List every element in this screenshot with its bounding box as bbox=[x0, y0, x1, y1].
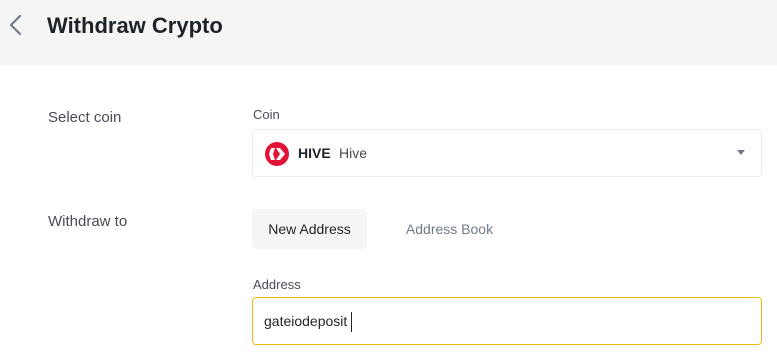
address-field[interactable] bbox=[252, 297, 762, 345]
page-title: Withdraw Crypto bbox=[47, 13, 223, 38]
chevron-left-icon bbox=[9, 14, 22, 36]
coin-select[interactable]: HIVE Hive bbox=[252, 129, 762, 177]
address-field-label: Address bbox=[253, 277, 301, 292]
hive-logo-icon bbox=[265, 142, 289, 166]
address-input[interactable] bbox=[264, 310, 744, 332]
back-button[interactable] bbox=[6, 12, 28, 38]
select-coin-label: Select coin bbox=[48, 109, 122, 126]
withdraw-to-label: Withdraw to bbox=[48, 213, 128, 230]
coin-symbol: HIVE bbox=[298, 145, 331, 161]
page-header: Withdraw Crypto bbox=[0, 0, 777, 65]
text-caret bbox=[351, 312, 352, 332]
tab-address-book[interactable]: Address Book bbox=[392, 209, 507, 249]
coin-name: Hive bbox=[339, 145, 368, 161]
coin-field-label: Coin bbox=[253, 107, 280, 122]
tab-new-address[interactable]: New Address bbox=[252, 209, 367, 249]
caret-down-icon bbox=[737, 150, 745, 155]
